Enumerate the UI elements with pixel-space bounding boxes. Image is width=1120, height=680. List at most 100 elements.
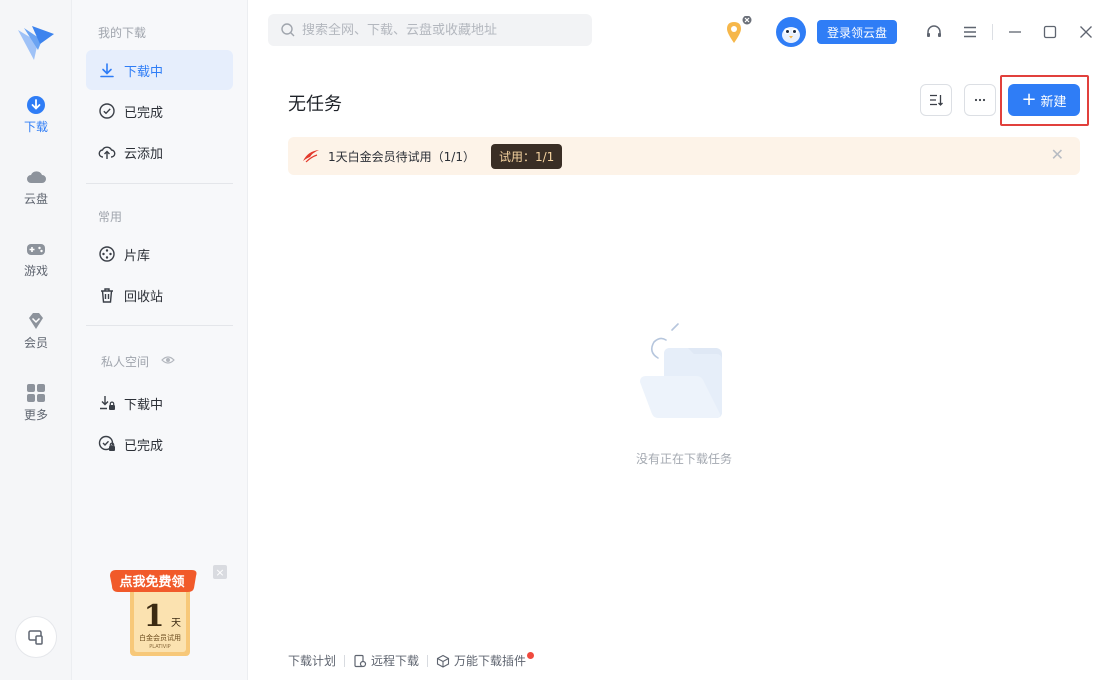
rail-item-more[interactable]: 更多 (0, 382, 72, 438)
search-input[interactable] (302, 22, 582, 38)
titlebar-divider (992, 24, 993, 40)
minimize-button[interactable] (1003, 20, 1027, 44)
sidebar-item-label: 下载中 (124, 64, 164, 80)
section-title-private: 私人空间 (101, 355, 150, 369)
download-icon (27, 96, 45, 114)
rail-label: 云盘 (23, 192, 48, 206)
sidebar-item-downloading[interactable]: 下载中 (86, 50, 233, 90)
rail-label: 下载 (23, 120, 48, 134)
sidebar-item-label: 下载中 (124, 397, 164, 413)
close-button[interactable] (1074, 20, 1098, 44)
empty-folder-illustration (640, 323, 722, 418)
sidebar-item-label: 云添加 (124, 146, 164, 162)
footer-toolbar: 下载计划 远程下载 万能下载插件 (288, 652, 535, 669)
section-title-my-downloads: 我的下载 (98, 26, 147, 40)
cloud-icon (27, 171, 46, 183)
rail-item-download[interactable]: 下载 (0, 94, 72, 150)
remote-device-icon (354, 654, 367, 667)
check-circle-icon (99, 103, 115, 119)
apps-grid-icon (27, 384, 45, 402)
footer-label: 万能下载插件 (454, 654, 527, 668)
minimize-icon (1009, 31, 1021, 33)
trial-count-badge[interactable]: 试用：1/1 (490, 143, 563, 169)
rail-item-cloud[interactable]: 云盘 (0, 166, 72, 222)
sidebar-item-label: 片库 (124, 248, 151, 264)
menu-button[interactable] (958, 20, 982, 44)
search-icon (281, 23, 295, 37)
maximize-icon (1043, 25, 1057, 39)
locked-download-icon (100, 396, 115, 410)
download-arrow-icon (100, 63, 114, 78)
more-dots-icon (974, 98, 986, 102)
avatar[interactable] (775, 16, 807, 48)
sort-button[interactable] (920, 84, 952, 116)
app-logo-icon (18, 26, 54, 60)
banner-text: 1天白金会员待试用（1/1） (328, 149, 475, 164)
promo-line2: PLATIVIP (149, 644, 170, 650)
banner-close-icon[interactable]: ✕ (1051, 147, 1064, 163)
rail-item-games[interactable]: 游戏 (0, 238, 72, 294)
cloud-upload-icon (98, 146, 116, 159)
promo-line1: 白金会员试用 (139, 633, 181, 642)
sidebar-divider (86, 325, 233, 326)
rail-label: 会员 (23, 336, 48, 350)
footer-separator (427, 654, 429, 667)
headset-icon (927, 25, 941, 37)
section-title-common: 常用 (98, 210, 123, 224)
rail-label: 游戏 (23, 264, 48, 278)
device-switch-button[interactable] (15, 616, 57, 658)
new-task-label: 新建 (1040, 94, 1067, 110)
promo-ribbon-text: 点我免费领 (119, 574, 184, 590)
hamburger-icon (964, 26, 976, 38)
page-title: 无任务 (288, 94, 342, 115)
support-button[interactable] (922, 20, 946, 44)
eye-icon[interactable] (161, 353, 175, 367)
notification-dot (527, 652, 535, 659)
promo-close-button[interactable]: × (213, 565, 227, 579)
download-schedule-link[interactable]: 下载计划 (288, 652, 336, 669)
rail-label: 更多 (23, 408, 48, 422)
empty-state-text: 没有正在下载任务 (635, 452, 732, 466)
sort-icon (930, 94, 943, 106)
diamond-icon (29, 313, 43, 329)
vip-trial-banner[interactable]: 1天白金会员待试用（1/1） 试用：1/1 ✕ (288, 137, 1080, 175)
footer-separator (344, 654, 346, 667)
login-button[interactable]: 登录领云盘 (817, 20, 897, 44)
plus-icon: + (1021, 89, 1037, 110)
sidebar-item-library[interactable]: 片库 (86, 234, 233, 274)
sidebar-divider (86, 183, 233, 184)
more-options-button[interactable] (964, 84, 996, 116)
promo-big-number: 1 (144, 599, 165, 634)
sidebar-item-label: 已完成 (124, 105, 164, 121)
cube-icon (436, 654, 450, 668)
bird-logo-icon (303, 150, 319, 163)
avatar-bird-icon (776, 17, 806, 47)
device-icon (28, 630, 43, 645)
new-task-button[interactable]: + 新建 (1008, 84, 1080, 116)
left-rail: 下载 云盘 游戏 会员 更多 (0, 0, 72, 680)
trash-icon (101, 288, 113, 303)
vip-trial-promo-graphic[interactable]: 点我免费领 1 天 白金会员试用 PLATIVIP (108, 566, 200, 662)
promo-unit: 天 (171, 618, 181, 629)
app-window: 下载 云盘 游戏 会员 更多 我的下载 下载中 已完成 云添加 常用 片库 回收… (0, 0, 1120, 680)
location-pin-button[interactable] (724, 16, 752, 46)
sidebar-item-label: 已完成 (124, 438, 164, 454)
sidebar-item-private-completed[interactable]: 已完成 (86, 424, 233, 464)
close-icon (1080, 26, 1092, 38)
sidebar-item-completed[interactable]: 已完成 (86, 91, 233, 131)
sidebar-item-recycle-bin[interactable]: 回收站 (86, 275, 233, 315)
sidebar-item-cloud-add[interactable]: 云添加 (86, 132, 233, 172)
sidebar-item-private-downloading[interactable]: 下载中 (86, 383, 233, 423)
universal-plugin-link[interactable]: 万能下载插件 (436, 652, 535, 669)
sidebar-item-label: 回收站 (124, 289, 164, 305)
gamepad-icon (27, 244, 45, 255)
film-reel-icon (99, 246, 115, 262)
maximize-button[interactable] (1038, 20, 1062, 44)
remote-download-link[interactable]: 远程下载 (353, 652, 419, 669)
locked-check-icon (98, 435, 115, 451)
global-search[interactable] (268, 14, 592, 46)
rail-item-vip[interactable]: 会员 (0, 310, 72, 366)
footer-label: 远程下载 (371, 654, 420, 668)
footer-label: 下载计划 (288, 654, 337, 668)
pin-icon (727, 16, 752, 43)
